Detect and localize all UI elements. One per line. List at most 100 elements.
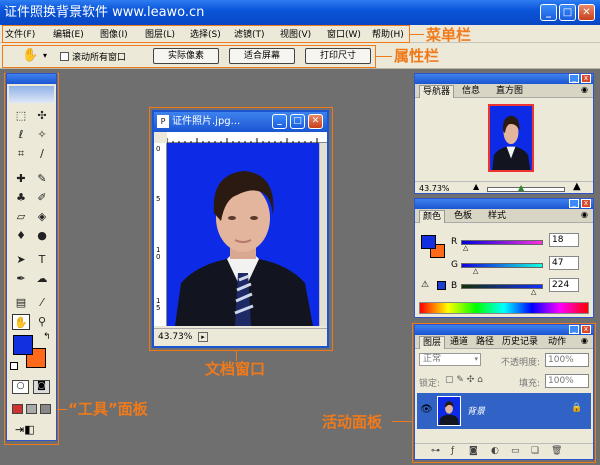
lock-icons[interactable]: ▢ ✎ ✣ ⌂ <box>445 375 483 385</box>
color-minimize-button[interactable]: _ <box>569 199 579 208</box>
tab-actions[interactable]: 动作 <box>545 336 569 349</box>
navigator-preview[interactable] <box>488 104 534 172</box>
link-layers-icon[interactable]: ⊶ <box>431 446 440 456</box>
navigator-zoom-thumb[interactable]: ▲ <box>518 183 524 192</box>
move-tool-icon[interactable]: ✣ <box>33 108 51 124</box>
navigator-panel-header: _ x <box>415 74 593 84</box>
history-brush-icon[interactable]: ✐ <box>33 190 51 206</box>
menubar-annotation: 菜单栏 <box>426 26 472 44</box>
adjustment-layer-icon[interactable]: ◐ <box>491 446 499 456</box>
channel-g-field[interactable]: 47 <box>549 256 579 270</box>
vertical-ruler: 0 5 1 0 1 5 <box>154 143 167 326</box>
channel-b-field[interactable]: 224 <box>549 278 579 292</box>
color-menu-icon[interactable]: ◉ <box>581 210 588 219</box>
layers-menu-icon[interactable]: ◉ <box>581 336 588 345</box>
tab-paths[interactable]: 路径 <box>473 336 497 349</box>
marquee-tool-icon[interactable]: ⬚ <box>12 108 30 124</box>
zoom-out-icon[interactable]: ▲ <box>473 182 479 191</box>
channel-b-thumb[interactable]: △ <box>531 288 536 296</box>
magic-wand-icon[interactable]: ✧ <box>33 127 51 143</box>
gamut-color-swatch[interactable] <box>437 281 446 290</box>
doc-close-button[interactable]: ✕ <box>308 114 323 129</box>
path-select-icon[interactable]: ➤ <box>12 252 30 268</box>
tab-swatches[interactable]: 色板 <box>451 210 475 223</box>
id-photo-canvas[interactable] <box>167 143 319 326</box>
app-title-bar: 证件照换背景软件 www.leawo.cn _ □ ✕ <box>0 0 600 25</box>
tab-info[interactable]: 信息 <box>459 85 483 98</box>
document-title-bar[interactable]: P 证件照片.jpg... _ □ ✕ <box>154 112 327 132</box>
shape-tool-icon[interactable]: ☁ <box>33 271 51 287</box>
standard-mode-icon[interactable]: ○ <box>12 380 29 394</box>
vertical-scrollbar[interactable] <box>319 143 327 326</box>
layer-style-icon[interactable]: ƒ <box>451 446 454 456</box>
channel-r-field[interactable]: 18 <box>549 233 579 247</box>
healing-brush-icon[interactable]: ✚ <box>12 171 30 187</box>
layer-mask-icon[interactable]: ◙ <box>469 446 478 456</box>
crop-tool-icon[interactable]: ⌗ <box>12 146 30 162</box>
quickmask-mode-icon[interactable]: ◙ <box>33 380 50 394</box>
slice-tool-icon[interactable]: ∕ <box>33 146 51 162</box>
color-close-button[interactable]: x <box>581 199 591 208</box>
status-menu-icon[interactable]: ▸ <box>198 332 208 342</box>
layer-row-background[interactable]: 👁 背景 🔒 <box>417 393 591 429</box>
tab-histogram[interactable]: 直方图 <box>493 85 526 98</box>
opacity-field[interactable]: 100% <box>545 353 589 367</box>
dodge-tool-icon[interactable]: ● <box>33 228 51 244</box>
brush-tool-icon[interactable]: ✎ <box>33 171 51 187</box>
navigator-close-button[interactable]: x <box>581 74 591 83</box>
toolbox-callout-line <box>57 409 67 410</box>
layer-group-icon[interactable]: ▭ <box>511 446 520 456</box>
default-colors-icon[interactable] <box>10 362 18 370</box>
jump-to-imageready-icon[interactable]: ⇥◧ <box>15 423 35 436</box>
color-fg-swatch[interactable] <box>421 235 436 249</box>
hand-tool-icon[interactable]: ✋ <box>12 314 30 330</box>
layers-close-button[interactable]: x <box>581 325 591 334</box>
tab-styles[interactable]: 样式 <box>485 210 509 223</box>
screen-mode-full-icon[interactable] <box>40 404 51 414</box>
document-status-bar: 43.73% ▸ <box>154 328 327 346</box>
tab-layers[interactable]: 图层 <box>419 336 446 349</box>
lasso-tool-icon[interactable]: ℓ <box>12 127 30 143</box>
screen-mode-standard-icon[interactable] <box>12 404 23 414</box>
foreground-color-swatch[interactable] <box>13 335 33 355</box>
clone-stamp-icon[interactable]: ♣ <box>12 190 30 206</box>
screen-mode-menubar-icon[interactable] <box>26 404 37 414</box>
tab-channels[interactable]: 通道 <box>447 336 471 349</box>
gamut-warning-icon[interactable]: ⚠ <box>421 280 429 290</box>
pen-tool-icon[interactable]: ✒ <box>12 271 30 287</box>
paint-bucket-icon[interactable]: ◈ <box>33 209 51 225</box>
document-window: P 证件照片.jpg... _ □ ✕ 0 5 1 0 1 5 43.73% ▸ <box>152 110 329 348</box>
navigator-zoom-slider[interactable] <box>487 187 565 192</box>
zoom-in-icon[interactable]: ▲ <box>573 181 581 192</box>
eraser-tool-icon[interactable]: ▱ <box>12 209 30 225</box>
layer-visibility-eye-icon[interactable]: 👁 <box>420 404 433 415</box>
channel-g-thumb[interactable]: △ <box>473 267 478 275</box>
doc-minimize-button[interactable]: _ <box>272 114 287 129</box>
channel-r-slider[interactable] <box>461 240 543 245</box>
minimize-button[interactable]: _ <box>540 4 557 21</box>
navigator-menu-icon[interactable]: ◉ <box>581 85 588 94</box>
tab-navigator[interactable]: 导航器 <box>419 85 455 98</box>
swap-colors-icon[interactable]: ↰ <box>43 332 51 342</box>
navigator-minimize-button[interactable]: _ <box>569 74 579 83</box>
channel-r-thumb[interactable]: △ <box>463 244 468 252</box>
zoom-tool-icon[interactable]: ⚲ <box>33 314 51 330</box>
tab-history[interactable]: 历史记录 <box>499 336 541 349</box>
delete-layer-icon[interactable]: 🗑 <box>551 446 562 456</box>
lock-label: 锁定: <box>419 379 441 389</box>
doc-maximize-button[interactable]: □ <box>290 114 305 129</box>
close-button[interactable]: ✕ <box>578 4 595 21</box>
tab-color[interactable]: 颜色 <box>419 210 446 223</box>
blend-mode-chevron-icon: ▾ <box>474 355 478 363</box>
type-tool-icon[interactable]: T <box>33 252 51 268</box>
eyedropper-icon[interactable]: ⁄ <box>33 295 51 311</box>
color-spectrum-bar[interactable] <box>419 302 589 314</box>
new-layer-icon[interactable]: ❏ <box>531 446 539 456</box>
blend-mode-select[interactable]: 正常 ▾ <box>419 353 481 366</box>
fill-label: 填充: <box>519 379 541 389</box>
fill-field[interactable]: 100% <box>545 374 589 388</box>
maximize-button[interactable]: □ <box>559 4 576 21</box>
notes-tool-icon[interactable]: ▤ <box>12 295 30 311</box>
layers-minimize-button[interactable]: _ <box>569 325 579 334</box>
blur-tool-icon[interactable]: ♦ <box>12 228 30 244</box>
